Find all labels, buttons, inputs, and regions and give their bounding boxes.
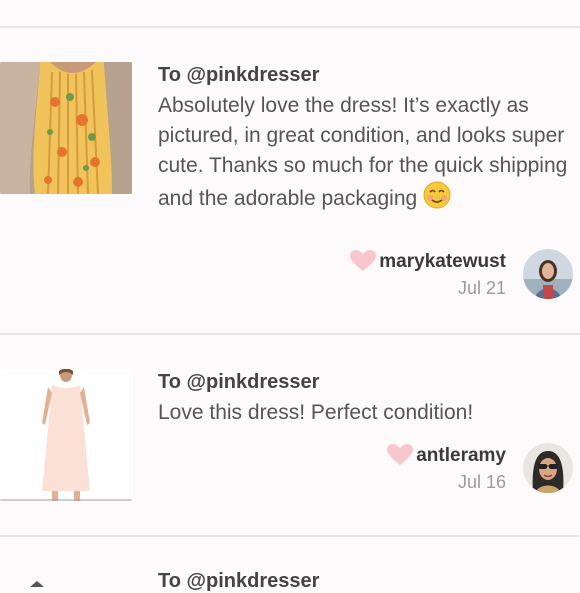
review-recipient[interactable]: To @pinkdresser [158, 371, 319, 394]
divider [0, 535, 580, 537]
item-thumbnail[interactable] [30, 574, 44, 587]
item-thumbnail[interactable] [0, 369, 132, 501]
review-recipient[interactable]: To @pinkdresser [158, 570, 319, 593]
review-date: Jul 21 [457, 278, 506, 298]
smiling-face-icon [423, 181, 451, 218]
review-text-content: Absolutely love the dress! It’s exactly … [158, 94, 568, 211]
heart-icon[interactable] [350, 250, 376, 272]
heart-icon[interactable] [387, 444, 413, 466]
divider [0, 333, 580, 335]
divider [0, 26, 580, 28]
item-thumbnail[interactable] [0, 62, 132, 194]
review-text: Absolutely love the dress! It’s exactly … [158, 91, 568, 218]
reviewer-username[interactable]: antleramy [416, 445, 506, 467]
reviewer-username[interactable]: marykatewust [379, 251, 506, 273]
review-date: Jul 16 [457, 472, 506, 492]
review-text: Love this dress! Perfect condition! [158, 401, 474, 424]
review-recipient[interactable]: To @pinkdresser [158, 64, 319, 87]
avatar[interactable] [523, 249, 573, 299]
avatar[interactable] [523, 443, 573, 493]
